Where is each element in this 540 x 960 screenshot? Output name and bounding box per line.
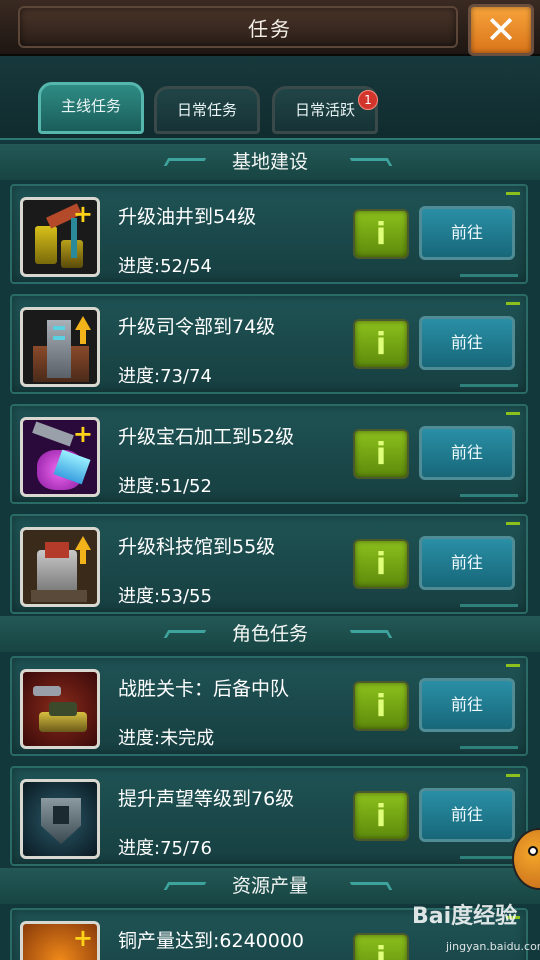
quest-card: + 升级宝石加工到52级 进度:51/52 i 前往: [10, 404, 528, 504]
quest-card: 升级司令部到74级 进度:73/74 i 前往: [10, 294, 528, 394]
gem-processing-icon: +: [20, 417, 100, 497]
quest-card: + 升级油井到54级 进度:52/54 i 前往: [10, 184, 528, 284]
quest-title: 升级宝石加工到52级: [118, 426, 295, 448]
info-icon: i: [375, 547, 387, 582]
info-button[interactable]: i: [353, 681, 409, 731]
tech-center-icon: [20, 527, 100, 607]
quest-list-panel[interactable]: 基地建设 + 升级油井到54级 进度:52/54 i 前往 升级司令部到74级 …: [0, 138, 540, 960]
quest-progress: 进度:75/76: [118, 838, 212, 859]
info-icon: i: [375, 799, 387, 834]
tab-bar: 主线任务 日常任务 日常活跃: [0, 56, 540, 140]
quest-title: 提升声望等级到76级: [118, 788, 295, 810]
quest-progress: 进度:53/55: [118, 586, 212, 607]
info-button[interactable]: i: [353, 539, 409, 589]
quest-progress: 进度:52/54: [118, 256, 212, 277]
section-header-character-quests: 角色任务: [0, 616, 540, 652]
oil-well-icon: +: [20, 197, 100, 277]
info-icon: i: [375, 327, 387, 362]
go-button[interactable]: 前往: [419, 426, 515, 480]
section-header-base-building: 基地建设: [0, 144, 540, 180]
quest-title: 战胜关卡：后备中队: [118, 678, 290, 700]
quest-card: 升级科技馆到55级 进度:53/55 i 前往: [10, 514, 528, 614]
quest-title: 升级油井到54级: [118, 206, 257, 228]
section-title: 角色任务: [231, 623, 308, 645]
go-button[interactable]: 前往: [419, 206, 515, 260]
quest-progress: 进度:51/52: [118, 476, 212, 497]
close-button[interactable]: ✕: [468, 4, 534, 56]
quest-title: 铜产量达到:6240000: [118, 930, 305, 952]
info-icon: i: [375, 437, 387, 472]
title-bar: 任务: [0, 0, 540, 56]
quest-progress: 进度:73/74: [118, 366, 212, 387]
info-button[interactable]: i: [353, 319, 409, 369]
close-icon: ✕: [485, 8, 517, 52]
info-icon: i: [375, 941, 387, 960]
page-title: 任务: [248, 17, 292, 41]
section-title: 资源产量: [231, 875, 308, 897]
tab-daily-quests[interactable]: 日常任务: [154, 86, 260, 134]
headquarters-icon: [20, 307, 100, 387]
prestige-badge-icon: [20, 779, 100, 859]
info-button[interactable]: i: [353, 791, 409, 841]
info-icon: i: [375, 689, 387, 724]
go-button[interactable]: 前往: [419, 678, 515, 732]
quest-progress: 进度:未完成: [118, 728, 215, 749]
info-button[interactable]: i: [353, 209, 409, 259]
info-icon: i: [375, 217, 387, 252]
tank-icon: [20, 669, 100, 749]
watermark-logo: Bai度经验: [412, 904, 518, 929]
go-button[interactable]: 前往: [419, 788, 515, 842]
go-button[interactable]: 前往: [419, 536, 515, 590]
section-title: 基地建设: [231, 151, 308, 173]
quest-card: 提升声望等级到76级 进度:75/76 i 前往: [10, 766, 528, 866]
notification-badge: 1: [358, 90, 378, 110]
info-button[interactable]: i: [353, 429, 409, 479]
quest-card: 战胜关卡：后备中队 进度:未完成 i 前往: [10, 656, 528, 756]
copper-icon: +: [20, 921, 100, 960]
tab-main-quests[interactable]: 主线任务: [38, 82, 144, 134]
go-button[interactable]: 前往: [419, 316, 515, 370]
quest-title: 升级司令部到74级: [118, 316, 276, 338]
watermark-url: jingyan.baidu.com: [446, 940, 540, 953]
info-button[interactable]: i: [353, 933, 409, 960]
quest-title: 升级科技馆到55级: [118, 536, 276, 558]
